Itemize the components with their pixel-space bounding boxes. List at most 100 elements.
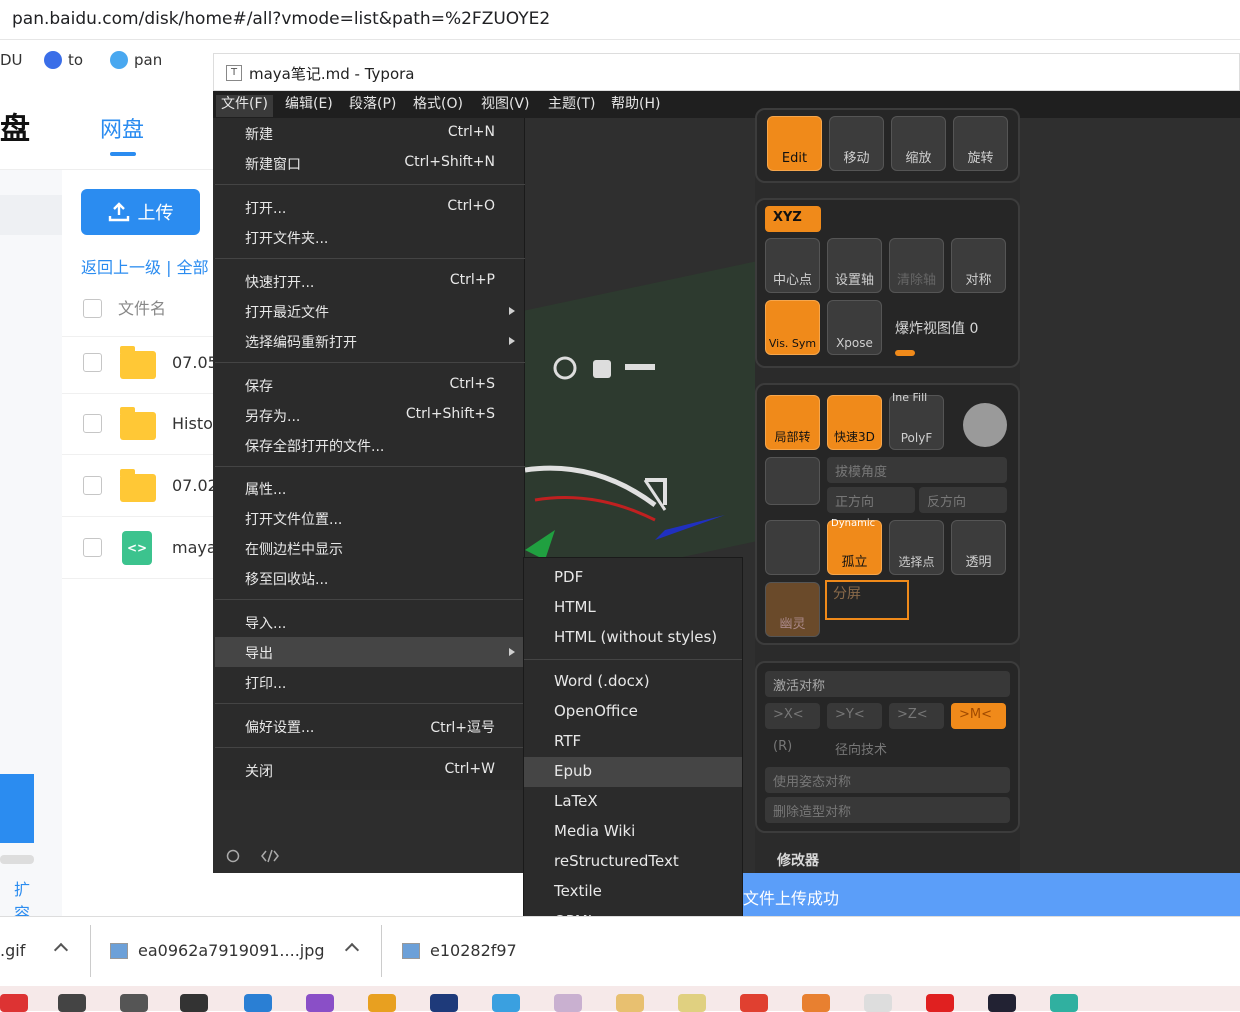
export-pdf[interactable]: PDF — [524, 563, 742, 593]
export-restructuredtext[interactable]: reStructuredText — [524, 847, 742, 877]
menu-edit[interactable]: 编辑(E) — [280, 95, 338, 117]
split-screen-label[interactable]: 分屏 — [833, 583, 861, 603]
menu-item-preferences[interactable]: 偏好设置... Ctrl+逗号 — [215, 711, 525, 741]
file-name[interactable]: 07.02 — [172, 476, 215, 495]
menu-item-move-to-trash[interactable]: 移至回收站... — [215, 563, 525, 593]
sidebar-selected-item[interactable] — [0, 195, 62, 235]
local-rotate-button[interactable]: 局部转 — [765, 395, 820, 450]
cube-icon[interactable] — [765, 520, 820, 575]
select-all-checkbox[interactable] — [83, 299, 102, 318]
explode-slider[interactable] — [895, 350, 915, 356]
axis-x[interactable]: >X< — [765, 703, 820, 729]
explode-value[interactable]: 爆炸视图值 0 — [895, 318, 978, 338]
menu-file[interactable]: 文件(F) — [216, 95, 273, 117]
menu-item-reveal-sidebar[interactable]: 在侧边栏中显示 — [215, 533, 525, 563]
edit-button[interactable]: Edit — [767, 116, 822, 171]
export-rtf[interactable]: RTF — [524, 727, 742, 757]
character-icon[interactable] — [616, 994, 644, 1012]
download-item[interactable]: ea0962a7919091....jpg — [110, 941, 325, 960]
row-checkbox[interactable] — [83, 414, 102, 433]
positive-direction-button[interactable]: 正方向 — [827, 487, 915, 513]
youtube-icon[interactable] — [926, 994, 954, 1012]
row-checkbox[interactable] — [83, 538, 102, 557]
menu-view[interactable]: 视图(V) — [476, 95, 535, 117]
export-latex[interactable]: LaTeX — [524, 787, 742, 817]
file-name[interactable]: Histor — [172, 414, 215, 433]
negative-direction-button[interactable]: 反方向 — [919, 487, 1007, 513]
download-item[interactable]: .gif — [0, 941, 25, 960]
export-html[interactable]: HTML — [524, 593, 742, 623]
menu-item-properties[interactable]: 属性... — [215, 473, 525, 503]
chrome-icon[interactable] — [740, 994, 768, 1012]
clear-pivot-button[interactable]: 清除轴 — [889, 238, 944, 293]
export-textile[interactable]: Textile — [524, 877, 742, 907]
menu-help[interactable]: 帮助(H) — [606, 95, 665, 117]
app5-icon[interactable] — [492, 994, 520, 1012]
radial-r[interactable]: (R) — [765, 735, 820, 761]
table-row[interactable]: 07.02 — [62, 455, 215, 517]
menu-format[interactable]: 格式(O) — [408, 95, 468, 117]
menu-item-open[interactable]: 打开... Ctrl+O — [215, 192, 525, 222]
sphere-icon[interactable] — [963, 403, 1007, 447]
pose-symmetry[interactable]: 使用姿态对称 — [765, 767, 1010, 793]
scale-button[interactable]: 缩放 — [891, 116, 946, 171]
anime-icon[interactable] — [554, 994, 582, 1012]
chevron-up-icon[interactable] — [53, 942, 69, 958]
app-icon[interactable] — [0, 994, 28, 1012]
menu-item-print[interactable]: 打印... — [215, 667, 525, 697]
radial-slider[interactable]: 径向技术 — [827, 735, 1010, 761]
axis-m[interactable]: >M< — [951, 703, 1006, 729]
file-name[interactable]: maya — [172, 538, 215, 557]
bookmark-pan[interactable]: pan — [110, 51, 162, 69]
delete-symmetry[interactable]: 删除造型对称 — [765, 797, 1010, 823]
circle-icon[interactable] — [226, 849, 240, 863]
row-checkbox[interactable] — [83, 353, 102, 372]
menu-item-export[interactable]: 导出 — [215, 637, 525, 667]
vis-sym-button[interactable]: Vis. Sym — [765, 300, 820, 355]
typora-taskbar-icon[interactable] — [864, 994, 892, 1012]
cat-icon[interactable] — [988, 994, 1016, 1012]
menu-item-open-location[interactable]: 打开文件位置... — [215, 503, 525, 533]
select-point-button[interactable]: 选择点 — [889, 520, 944, 575]
promo-banner[interactable] — [0, 774, 34, 843]
character2-icon[interactable] — [678, 994, 706, 1012]
windows-icon[interactable] — [120, 994, 148, 1012]
table-row[interactable]: <> maya — [62, 517, 215, 579]
upload-button[interactable]: 上传 — [81, 189, 200, 235]
file-name[interactable]: 07.05 — [172, 353, 215, 372]
export-word[interactable]: Word (.docx) — [524, 667, 742, 697]
menu-item-reopen-encoding[interactable]: 选择编码重新打开 — [215, 326, 525, 356]
quick3d-button[interactable]: 快速3D — [827, 395, 882, 450]
axis-y[interactable]: >Y< — [827, 703, 882, 729]
menu-item-new-window[interactable]: 新建窗口 Ctrl+Shift+N — [215, 148, 525, 178]
export-html-no-styles[interactable]: HTML (without styles) — [524, 623, 742, 653]
row-checkbox[interactable] — [83, 476, 102, 495]
chevron-up-icon[interactable] — [344, 942, 360, 958]
symmetry-button[interactable]: 对称 — [951, 238, 1006, 293]
menu-item-save-as[interactable]: 另存为... Ctrl+Shift+S — [215, 400, 525, 430]
ghost-button[interactable]: 幽灵 — [765, 582, 820, 637]
menu-paragraph[interactable]: 段落(P) — [344, 95, 401, 117]
export-mediawiki[interactable]: Media Wiki — [524, 817, 742, 847]
m-app-icon[interactable] — [1050, 994, 1078, 1012]
typora-titlebar[interactable]: T maya笔记.md - Typora — [213, 53, 1240, 91]
photoshop-icon[interactable] — [430, 994, 458, 1012]
vscode-icon[interactable] — [244, 994, 272, 1012]
rotate-button[interactable]: 旋转 — [953, 116, 1008, 171]
xyz-toggle[interactable]: XYZ — [765, 206, 821, 232]
code-icon[interactable] — [260, 848, 280, 864]
maya-icon[interactable] — [368, 994, 396, 1012]
blender-icon[interactable] — [802, 994, 830, 1012]
visual-studio-icon[interactable] — [306, 994, 334, 1012]
menu-item-close[interactable]: 关闭 Ctrl+W — [215, 755, 525, 785]
menu-item-quick-open[interactable]: 快速打开... Ctrl+P — [215, 266, 525, 296]
menu-theme[interactable]: 主题(T) — [543, 95, 600, 117]
center-button[interactable]: 中心点 — [765, 238, 820, 293]
menu-item-import[interactable]: 导入... — [215, 607, 525, 637]
table-row[interactable]: Histor — [62, 393, 215, 455]
draft-angle-slider[interactable]: 拔模角度 — [827, 457, 1007, 483]
transparent-button[interactable]: 透明 — [951, 520, 1006, 575]
move-button[interactable]: 移动 — [829, 116, 884, 171]
export-openoffice[interactable]: OpenOffice — [524, 697, 742, 727]
menu-item-save[interactable]: 保存 Ctrl+S — [215, 370, 525, 400]
